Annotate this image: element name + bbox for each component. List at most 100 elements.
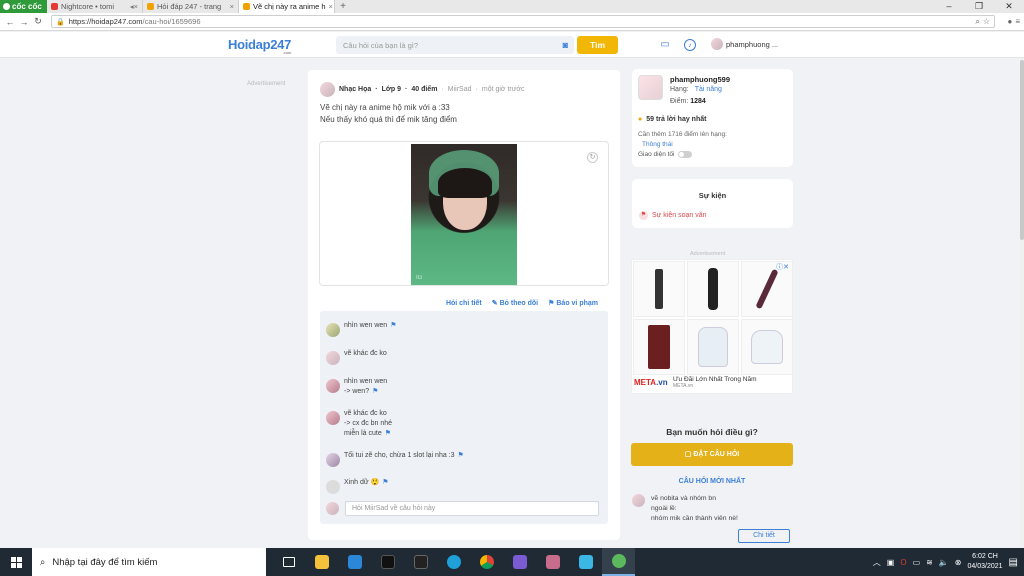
taskbar-clock[interactable]: 6:02 CH 04/03/2021: [968, 552, 1003, 572]
url-input[interactable]: 🔒 https://hoidap247.com/cau-hoi/1659696 …: [51, 15, 995, 28]
coccoc-taskbar-icon[interactable]: [602, 548, 635, 576]
search-button[interactable]: Tìm: [577, 36, 618, 54]
avatar[interactable]: [326, 379, 340, 393]
report-button[interactable]: ⚑ Báo vi phạm: [548, 299, 598, 308]
ask-question-button[interactable]: ▢ ĐẶT CÂU HỎI: [631, 443, 793, 466]
game-icon[interactable]: [536, 548, 569, 576]
avatar[interactable]: [320, 82, 335, 97]
camera-icon[interactable]: ◙: [563, 40, 568, 50]
comment-item: Tối tui zẽ cho, chừa 1 slot lại nha :3 ⚑: [326, 451, 464, 467]
profile-points: Điểm: 1284: [670, 98, 706, 105]
profile-username[interactable]: phamphuong599: [670, 75, 730, 84]
messages-icon[interactable]: ▭: [659, 39, 671, 51]
ad-product[interactable]: [633, 261, 685, 317]
tab-current-question[interactable]: Vẽ chị này ra anime h ×: [239, 0, 335, 13]
start-button[interactable]: [0, 548, 32, 576]
chrome-icon[interactable]: [470, 548, 503, 576]
close-icon[interactable]: ×: [230, 2, 234, 11]
avatar[interactable]: [326, 411, 340, 425]
flag-icon[interactable]: ⚑: [372, 388, 378, 395]
zoom-icon[interactable]: ⌕: [975, 17, 979, 27]
chevron-up-icon[interactable]: ︿: [873, 557, 881, 568]
avatar[interactable]: [326, 323, 340, 337]
address-toolbar: ← → ↻ 🔒 https://hoidap247.com/cau-hoi/16…: [0, 13, 1024, 31]
comment-text: -> wen?: [344, 388, 370, 395]
ad-product[interactable]: [687, 319, 739, 375]
unfollow-button[interactable]: ✎ Bỏ theo dõi: [492, 299, 538, 308]
question-header: Nhạc Họa · Lớp 9 · 40 điểm · MiirSad · m…: [320, 82, 525, 97]
event-item[interactable]: ⚑ Sự kiện soạn văn: [639, 211, 707, 220]
dark-mode-toggle[interactable]: [677, 151, 692, 158]
back-icon[interactable]: ←: [3, 17, 17, 27]
tab-nightcore[interactable]: Nightcore • tomi ◂×: [47, 0, 143, 13]
newest-question-item[interactable]: vẽ nobita và nhóm bn ngoài lề: nhóm mik …: [632, 494, 738, 524]
avatar[interactable]: [326, 351, 340, 365]
coccoc-logo-icon: [3, 3, 10, 10]
tab-audio-icon[interactable]: ◂×: [130, 2, 138, 11]
avatar[interactable]: [638, 75, 663, 100]
notification-bell-icon[interactable]: ♪: [684, 39, 696, 51]
app-dark-icon[interactable]: [371, 548, 404, 576]
question-grade[interactable]: Lớp 9: [382, 86, 401, 93]
file-explorer-icon[interactable]: [305, 548, 338, 576]
ask-detail-button[interactable]: Hỏi chi tiết: [446, 299, 482, 307]
rank-value[interactable]: Tài năng: [695, 86, 722, 93]
question-asker[interactable]: MiirSad: [448, 86, 472, 93]
bookmark-icon[interactable]: ☆: [983, 17, 990, 27]
tray-app-icon[interactable]: ▣: [887, 558, 895, 567]
volume-icon[interactable]: 🔈: [939, 558, 949, 567]
ad-product[interactable]: [687, 261, 739, 317]
wifi-icon[interactable]: ≋: [926, 558, 933, 567]
close-icon[interactable]: ×: [329, 2, 333, 11]
ad-banner[interactable]: ⓘ✕ META.vn Ưu Đãi Lớn Nhất Trong Năm META…: [631, 259, 793, 394]
flag-icon[interactable]: ⚑: [382, 479, 388, 486]
flag-icon[interactable]: ⚑: [390, 322, 396, 329]
newest-question-line: nhóm mik cần thành viên nè!: [651, 515, 738, 522]
question-actions: Hỏi chi tiết ✎ Bỏ theo dõi ⚑ Báo vi phạm: [446, 299, 598, 308]
question-subject[interactable]: Nhạc Họa: [339, 86, 371, 93]
flag-icon[interactable]: ⚑: [385, 430, 391, 437]
notification-icon[interactable]: ▤: [1009, 557, 1018, 568]
comment-text: -> cx đc bn nhé: [344, 420, 393, 427]
comment-item: vẽ khác đc ko -> cx đc bn nhé miễn là cu…: [326, 409, 392, 439]
search-input[interactable]: Câu hỏi của bạn là gì? ◙: [336, 36, 574, 54]
keyboard-icon[interactable]: ⊗: [955, 558, 962, 567]
event-card: Sự kiện ⚑ Sự kiện soạn văn: [632, 179, 793, 228]
event-flag-icon: ⚑: [639, 211, 648, 220]
reload-icon[interactable]: ↻: [31, 16, 45, 27]
avatar[interactable]: [326, 480, 340, 494]
forward-icon[interactable]: →: [17, 17, 31, 27]
rotate-icon[interactable]: ↻: [587, 152, 598, 163]
store-icon[interactable]: [404, 548, 437, 576]
advertisement-label: Advertisement: [247, 81, 286, 87]
minimize-icon[interactable]: –: [934, 0, 964, 13]
edge-icon[interactable]: [437, 548, 470, 576]
close-window-icon[interactable]: ✕: [994, 0, 1024, 13]
scrollbar-thumb[interactable]: [1020, 60, 1024, 240]
menu-icon[interactable]: ≡: [1015, 17, 1020, 26]
mail-icon[interactable]: [338, 548, 371, 576]
avatar[interactable]: [326, 453, 340, 467]
ad-info-icon[interactable]: ⓘ✕: [776, 262, 789, 272]
extension-icon[interactable]: ●: [1007, 17, 1012, 26]
dark-mode-row: Giao diện tối: [638, 151, 692, 158]
new-tab-button[interactable]: +: [335, 0, 351, 13]
app-icon[interactable]: [569, 548, 602, 576]
flag-icon[interactable]: ⚑: [458, 452, 464, 459]
comment-input[interactable]: Hỏi MiirSad về câu hỏi này: [345, 501, 599, 516]
maximize-icon[interactable]: ❐: [964, 0, 994, 13]
site-logo[interactable]: Hoidap247 .com: [228, 37, 291, 55]
next-rank[interactable]: Thông thái: [642, 141, 673, 148]
task-view-icon[interactable]: [272, 548, 305, 576]
tab-hoidap-home[interactable]: Hỏi đáp 247 - trang ×: [143, 0, 239, 13]
game-icon[interactable]: [503, 548, 536, 576]
browser-brand-button[interactable]: cốc cốc: [0, 0, 47, 13]
ad-product[interactable]: [633, 319, 685, 375]
opera-icon[interactable]: O: [900, 558, 906, 567]
battery-icon[interactable]: ▭: [913, 558, 921, 567]
ad-product[interactable]: [741, 319, 793, 375]
taskbar-search-input[interactable]: ⌕ Nhập tại đây để tìm kiếm: [32, 548, 266, 576]
question-photo[interactable]: IG: [411, 144, 517, 285]
user-menu[interactable]: phamphuong ...: [711, 38, 778, 50]
detail-button[interactable]: Chi tiết: [738, 529, 790, 543]
